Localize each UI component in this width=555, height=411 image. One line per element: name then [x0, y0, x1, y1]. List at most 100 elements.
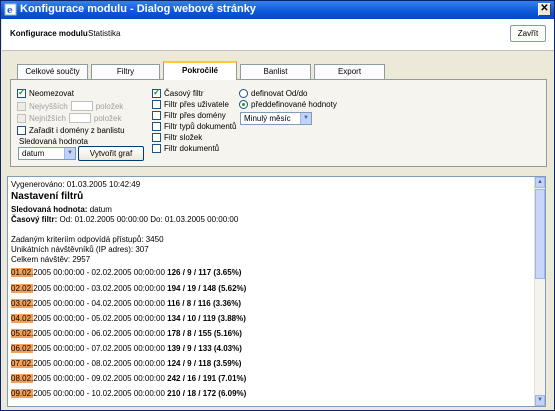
- zaradit-label: Zařadit i domény z banlistu: [29, 126, 125, 135]
- report-output: Vygenerováno: 01.03.2005 10:42:49 Nastav…: [7, 176, 546, 407]
- report-heading: Nastavení filtrů: [11, 191, 84, 202]
- sledovana-select[interactable]: datum ▼: [18, 147, 76, 160]
- filtr-dokumentu-label: Filtr dokumentů: [164, 144, 220, 153]
- table-row: 08.02.2005 00:00:00 - 09.02.2005 00:00:0…: [11, 374, 246, 383]
- nejvyssich-count-input[interactable]: [70, 101, 93, 111]
- tab-export[interactable]: Export: [314, 64, 385, 79]
- row-range: 2005 00:00:00 - 10.02.2005 00:00:00: [33, 389, 168, 398]
- option-filtr-typu[interactable]: Filtr typů dokumentů: [152, 122, 236, 131]
- row-stats: 139 / 9 / 133 (4.03%): [167, 344, 242, 353]
- row-date: 04.02.: [11, 314, 34, 323]
- table-row: 07.02.2005 00:00:00 - 08.02.2005 00:00:0…: [11, 359, 241, 368]
- scroll-thumb[interactable]: [535, 189, 545, 279]
- unique-visitors: Unikátních návštěvníků (IP adres): 307: [11, 245, 149, 254]
- filtr-slozek-checkbox[interactable]: [152, 133, 161, 142]
- nejnizsich-checkbox[interactable]: [17, 113, 26, 123]
- option-filtr-uzivatele[interactable]: Filtr přes uživatele: [152, 100, 229, 109]
- option-nejvyssich[interactable]: Nejvyšších položek: [17, 101, 123, 111]
- definovat-radio[interactable]: [239, 89, 248, 98]
- filtr-typu-checkbox[interactable]: [152, 122, 161, 131]
- neomezovat-label: Neomezovat: [29, 89, 74, 98]
- tab-filtry[interactable]: Filtry: [91, 64, 160, 79]
- close-button[interactable]: Zavřít: [510, 25, 546, 42]
- row-range: 2005 00:00:00 - 03.02.2005 00:00:00: [33, 284, 168, 293]
- time-filter-value: Od: 01.02.2005 00:00:00 Do: 01.03.2005 0…: [59, 215, 239, 224]
- dialog-window: e Konfigurace modulu - Dialog webové str…: [0, 0, 555, 411]
- row-range: 2005 00:00:00 - 08.02.2005 00:00:00: [33, 359, 168, 368]
- row-date: 09.02.: [11, 389, 34, 398]
- row-date: 02.02.: [11, 284, 34, 293]
- row-stats: 242 / 16 / 191 (7.01%): [167, 374, 247, 383]
- filtr-typu-label: Filtr typů dokumentů: [164, 122, 237, 131]
- tab-celkove-soucty[interactable]: Celkové součty: [17, 64, 88, 79]
- row-stats: 194 / 19 / 148 (5.62%): [167, 284, 247, 293]
- filtr-uzivatele-checkbox[interactable]: [152, 100, 161, 109]
- scroll-up-icon[interactable]: ▲: [535, 177, 545, 188]
- row-stats: 126 / 9 / 117 (3.65%): [167, 268, 242, 277]
- neomezovat-checkbox[interactable]: [17, 87, 26, 98]
- tracked-value-line: Sledovaná hodnota: datum: [11, 205, 112, 214]
- sledovana-value: datum: [22, 149, 45, 158]
- row-stats: 116 / 8 / 116 (3.36%): [167, 299, 241, 308]
- time-filter-label: Časový filtr:: [11, 215, 58, 224]
- option-definovat-od-do[interactable]: definovat Od/do: [239, 89, 307, 98]
- row-date: 07.02.: [11, 359, 34, 368]
- tab-pokrocile[interactable]: Pokročilé: [163, 61, 237, 80]
- option-filtr-domeny[interactable]: Filtr přes domény: [152, 111, 226, 120]
- create-chart-button[interactable]: Vytvořit graf: [78, 146, 144, 161]
- ie-page-icon: e: [4, 3, 17, 16]
- option-nejnizsich[interactable]: Nejnižších položek: [17, 113, 121, 123]
- period-value: Minulý měsíc: [244, 114, 291, 123]
- row-date: 01.02.: [11, 268, 34, 277]
- zaradit-checkbox[interactable]: [17, 126, 26, 135]
- table-row: 06.02.2005 00:00:00 - 07.02.2005 00:00:0…: [11, 344, 242, 353]
- filtr-dokumentu-checkbox[interactable]: [152, 144, 161, 153]
- table-row: 04.02.2005 00:00:00 - 05.02.2005 00:00:0…: [11, 314, 246, 323]
- generated-timestamp: Vygenerováno: 01.03.2005 10:42:49: [11, 180, 141, 189]
- option-casovy-filtr[interactable]: Časový filtr: [152, 87, 204, 98]
- definovat-label: definovat Od/do: [251, 89, 308, 98]
- filtr-domeny-checkbox[interactable]: [152, 111, 161, 120]
- casovy-filtr-checkbox[interactable]: [152, 87, 161, 98]
- preddefinovane-label: předdefinované hodnoty: [251, 100, 337, 109]
- nejnizsich-count-input[interactable]: [68, 113, 91, 123]
- period-select[interactable]: Minulý měsíc ▼: [240, 112, 312, 125]
- title-bar[interactable]: e Konfigurace modulu - Dialog webové str…: [1, 1, 554, 19]
- filtr-domeny-label: Filtr přes domény: [164, 111, 226, 120]
- option-filtr-dokumentu[interactable]: Filtr dokumentů: [152, 144, 219, 153]
- tab-banlist[interactable]: Banlist: [240, 64, 311, 79]
- option-filtr-slozek[interactable]: Filtr složek: [152, 133, 202, 142]
- header-module: Statistika: [88, 29, 121, 38]
- row-range: 2005 00:00:00 - 02.02.2005 00:00:00: [33, 268, 168, 277]
- nejnizsich-label: Nejnižších: [29, 113, 66, 123]
- total-visits: Celkem návštěv: 2957: [11, 255, 91, 264]
- table-row: 02.02.2005 00:00:00 - 03.02.2005 00:00:0…: [11, 284, 246, 293]
- option-neomezovat[interactable]: Neomezovat: [17, 87, 74, 98]
- window-close-icon[interactable]: ✕: [538, 3, 551, 16]
- row-date: 05.02.: [11, 329, 34, 338]
- tracked-value: datum: [89, 205, 112, 214]
- row-stats: 178 / 8 / 155 (5.16%): [167, 329, 242, 338]
- row-range: 2005 00:00:00 - 09.02.2005 00:00:00: [33, 374, 168, 383]
- chevron-down-icon[interactable]: ▼: [64, 148, 75, 159]
- filtr-uzivatele-label: Filtr přes uživatele: [164, 100, 229, 109]
- table-row: 05.02.2005 00:00:00 - 06.02.2005 00:00:0…: [11, 329, 242, 338]
- preddefinovane-radio[interactable]: [239, 100, 248, 109]
- matched-count: Zadaným kriteriím odpovídá přístupů: 345…: [11, 235, 164, 244]
- option-preddefinovane[interactable]: předdefinované hodnoty: [239, 100, 337, 109]
- time-filter-line: Časový filtr: Od: 01.02.2005 00:00:00 Do…: [11, 215, 238, 224]
- row-range: 2005 00:00:00 - 04.02.2005 00:00:00: [33, 299, 168, 308]
- row-date: 08.02.: [11, 374, 34, 383]
- casovy-filtr-label: Časový filtr: [164, 89, 204, 98]
- svg-text:e: e: [7, 6, 13, 16]
- row-range: 2005 00:00:00 - 05.02.2005 00:00:00: [33, 314, 168, 323]
- row-date: 03.02.: [11, 299, 34, 308]
- nejvyssich-checkbox[interactable]: [17, 101, 26, 111]
- window-title: Konfigurace modulu - Dialog webové strán…: [20, 3, 256, 15]
- option-zaradit-banlist[interactable]: Zařadit i domény z banlistu: [17, 126, 125, 135]
- chevron-down-icon[interactable]: ▼: [300, 113, 311, 124]
- dialog-header: Konfigurace modulu Statistika Zavřít: [2, 19, 554, 51]
- scroll-down-icon[interactable]: ▼: [535, 395, 545, 406]
- row-stats: 124 / 9 / 118 (3.59%): [167, 359, 242, 368]
- report-scrollbar[interactable]: ▲ ▼: [534, 177, 545, 406]
